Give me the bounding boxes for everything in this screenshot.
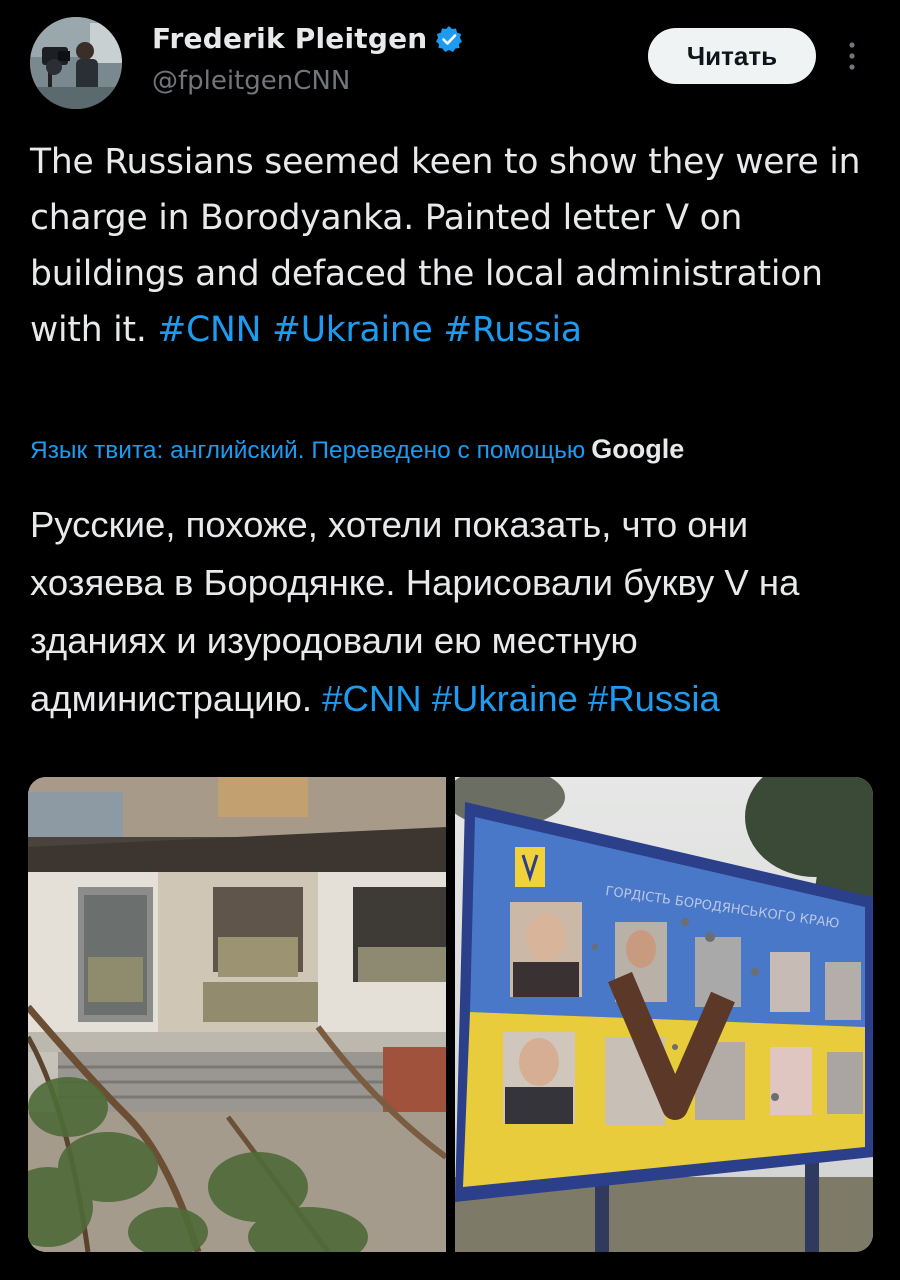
translated-hashtag-ukraine[interactable]: #Ukraine [432, 678, 578, 719]
author-display-name[interactable]: Frederik Pleitgen [152, 22, 427, 55]
hashtag-cnn[interactable]: #CNN [157, 310, 261, 350]
tweet-header: Frederik Pleitgen @fpleitgenCNN Читать [0, 0, 900, 120]
tweet-text: The Russians seemed keen to show they we… [30, 134, 870, 358]
photo-defaced-board[interactable]: ГОРДІСТЬ БОРОДЯНСЬКОГО КРАЮ V [455, 777, 873, 1252]
translated-text: Русские, похоже, хотели показать, что он… [30, 496, 880, 728]
read-button[interactable]: Читать [648, 28, 816, 84]
hashtag-ukraine[interactable]: #Ukraine [272, 310, 433, 350]
translated-hashtag-russia[interactable]: #Russia [588, 678, 720, 719]
vertical-ellipsis-icon[interactable] [838, 38, 866, 74]
translated-hashtag-cnn[interactable]: #CNN [322, 678, 421, 719]
verified-badge-icon [435, 25, 463, 53]
translation-notice-text[interactable]: Язык твита: английский. Переведено с пом… [30, 437, 585, 465]
photo-damaged-building[interactable] [28, 777, 446, 1252]
author-handle[interactable]: @fpleitgenCNN [152, 66, 350, 96]
author-name-row[interactable]: Frederik Pleitgen [152, 22, 463, 55]
translation-notice[interactable]: Язык твита: английский. Переведено с пом… [30, 434, 870, 465]
google-logo: Google [591, 434, 685, 464]
avatar[interactable] [30, 17, 122, 109]
hashtag-russia[interactable]: #Russia [443, 310, 582, 350]
